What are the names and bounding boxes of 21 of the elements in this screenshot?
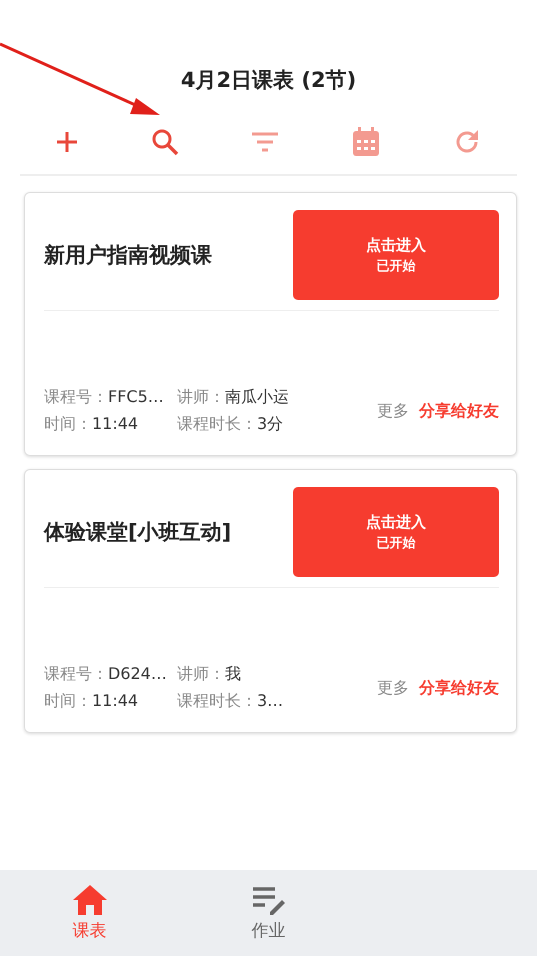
nav-tab[interactable]: 课表 [66, 884, 112, 942]
share-link[interactable]: 分享给好友 [419, 678, 499, 698]
teacher: 讲师：南瓜小运 [177, 387, 289, 408]
course-duration: 课程时长：3… [177, 691, 284, 712]
course-number: 课程号：D624… [44, 664, 168, 685]
list-pencil-icon [252, 884, 286, 914]
home-icon [72, 884, 106, 914]
page-title: 4月2日课表 (2节) [180, 67, 356, 94]
course-title: 体验课堂[小班互动] [44, 519, 232, 546]
more-link[interactable]: 更多 [377, 678, 409, 698]
share-link[interactable]: 分享给好友 [419, 400, 499, 422]
teacher: 讲师：我 [177, 664, 241, 685]
enter-button[interactable]: 点击进入 已开始 [293, 210, 499, 300]
course-duration: 课程时长：3分 [177, 414, 284, 435]
course-number: 课程号：FFC5… [44, 387, 165, 408]
course-time: 时间：11:44 [44, 691, 140, 712]
nav-tab[interactable]: 作业 [246, 884, 292, 942]
course-title: 新用户指南视频课 [44, 242, 212, 269]
enter-button[interactable]: 点击进入 已开始 [293, 487, 499, 577]
more-link[interactable]: 更多 [377, 400, 409, 422]
course-time: 时间：11:44 [44, 414, 140, 435]
